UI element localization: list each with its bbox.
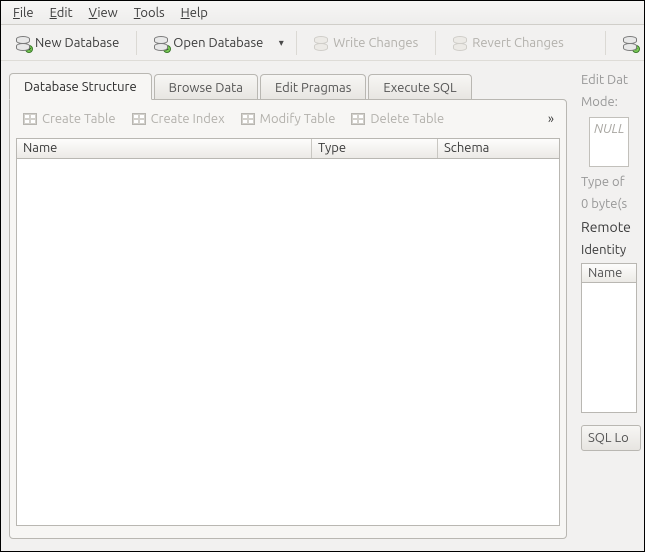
structure-toolbar: Create Table Create Index Modify Table D…	[16, 106, 560, 132]
remote-list[interactable]	[581, 283, 637, 413]
database-write-icon	[314, 36, 328, 50]
tab-execute-sql[interactable]: Execute SQL	[368, 74, 471, 100]
right-pane: Edit Dat Mode: NULL Type of 0 byte(s Rem…	[577, 61, 644, 551]
toolbar-separator	[605, 31, 606, 55]
schema-table-body	[17, 159, 559, 525]
sql-log-label: SQL Lo	[588, 431, 629, 445]
menu-tools[interactable]: Tools	[126, 4, 173, 22]
create-table-button: Create Table	[16, 107, 123, 131]
revert-changes-label: Revert Changes	[472, 36, 564, 50]
tab-strip: Database Structure Browse Data Edit Prag…	[9, 69, 571, 99]
delete-table-label: Delete Table	[370, 112, 444, 126]
create-index-button: Create Index	[125, 107, 232, 131]
database-new-icon: ★	[16, 36, 30, 50]
main-toolbar: ★ New Database ▸ Open Database ▾ Write C…	[1, 25, 644, 61]
left-pane: Database Structure Browse Data Edit Prag…	[1, 61, 577, 551]
edit-panel-title: Edit Dat	[581, 73, 644, 87]
write-changes-label: Write Changes	[333, 36, 418, 50]
toolbar-separator	[435, 31, 436, 55]
table-modify-icon	[241, 113, 255, 125]
type-label: Type of	[581, 175, 644, 189]
identity-label: Identity	[581, 243, 644, 257]
table-icon	[23, 113, 37, 125]
table-delete-icon	[351, 113, 365, 125]
new-database-label: New Database	[35, 36, 119, 50]
mode-label: Mode:	[581, 95, 644, 109]
column-type[interactable]: Type	[312, 139, 438, 158]
remote-name-header[interactable]: Name	[581, 263, 637, 283]
menu-help[interactable]: Help	[173, 4, 216, 22]
new-database-button[interactable]: ★ New Database	[7, 29, 128, 57]
open-database-button[interactable]: ▸ Open Database	[145, 29, 272, 57]
schema-table[interactable]: Name Type Schema	[16, 138, 560, 526]
bytes-label: 0 byte(s	[581, 197, 644, 211]
write-changes-button: Write Changes	[305, 29, 427, 57]
schema-table-header: Name Type Schema	[17, 139, 559, 159]
create-index-label: Create Index	[151, 112, 225, 126]
column-schema[interactable]: Schema	[438, 139, 559, 158]
tab-page: Create Table Create Index Modify Table D…	[9, 99, 567, 539]
delete-table-button: Delete Table	[344, 107, 451, 131]
column-name[interactable]: Name	[17, 139, 312, 158]
remote-panel-title: Remote	[581, 219, 644, 235]
menu-view[interactable]: View	[81, 4, 126, 22]
tab-database-structure[interactable]: Database Structure	[9, 73, 152, 100]
create-table-label: Create Table	[42, 112, 116, 126]
open-database-dropdown[interactable]: ▾	[276, 37, 288, 49]
menu-bar: File Edit View Tools Help	[1, 1, 644, 25]
open-database-label: Open Database	[173, 36, 263, 50]
modify-table-label: Modify Table	[260, 112, 336, 126]
toolbar-extra-button[interactable]: +	[614, 29, 638, 57]
database-revert-icon	[453, 36, 467, 50]
cell-value-box[interactable]: NULL	[589, 117, 629, 167]
toolbar-overflow-button[interactable]: »	[542, 112, 560, 126]
sql-log-button[interactable]: SQL Lo	[581, 425, 641, 451]
toolbar-separator	[296, 31, 297, 55]
revert-changes-button: Revert Changes	[444, 29, 573, 57]
menu-edit[interactable]: Edit	[42, 4, 81, 22]
tab-browse-data[interactable]: Browse Data	[154, 74, 258, 100]
database-open-icon: ▸	[154, 36, 168, 50]
tab-edit-pragmas[interactable]: Edit Pragmas	[260, 74, 366, 100]
index-icon	[132, 113, 146, 125]
database-icon: +	[623, 36, 637, 50]
menu-file[interactable]: File	[5, 4, 42, 22]
toolbar-separator	[136, 31, 137, 55]
modify-table-button: Modify Table	[234, 107, 343, 131]
